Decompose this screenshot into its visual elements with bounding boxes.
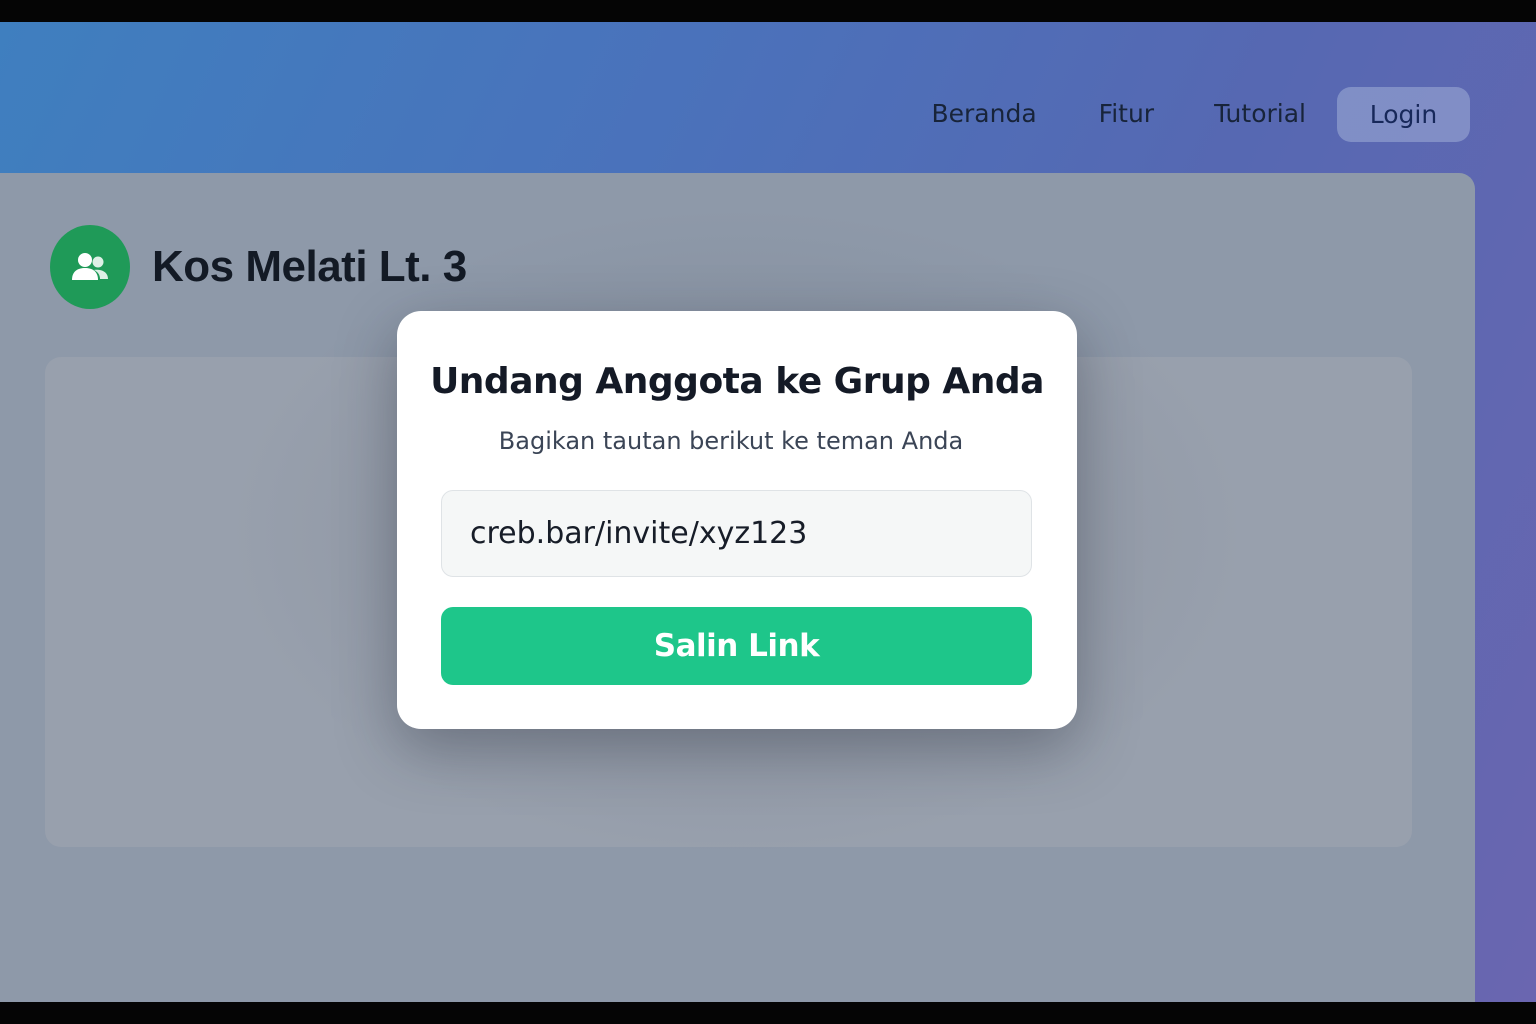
users-icon [72, 253, 108, 280]
app-screen: Beranda Fitur Tutorial Login Kos Melati … [0, 22, 1536, 1002]
letterbox-bottom [0, 1002, 1536, 1024]
invite-modal: Undang Anggota ke Grup Anda Bagikan taut… [397, 311, 1077, 729]
modal-title: Undang Anggota ke Grup Anda [430, 361, 1044, 402]
modal-subtitle: Bagikan tautan berikut ke teman Anda [498, 427, 964, 455]
group-header: Kos Melati Lt. 3 [50, 225, 467, 309]
nav-link-tutorial[interactable]: Tutorial [1214, 86, 1306, 142]
letterbox-top [0, 0, 1536, 22]
group-title: Kos Melati Lt. 3 [152, 242, 467, 291]
copy-link-button[interactable]: Salin Link [441, 607, 1032, 685]
group-avatar [50, 225, 130, 309]
nav-link-fitur[interactable]: Fitur [1099, 86, 1154, 142]
top-nav: Beranda Fitur Tutorial Login [931, 86, 1470, 142]
invite-link-field[interactable] [441, 490, 1032, 577]
login-button[interactable]: Login [1337, 86, 1470, 142]
nav-link-beranda[interactable]: Beranda [931, 86, 1036, 142]
